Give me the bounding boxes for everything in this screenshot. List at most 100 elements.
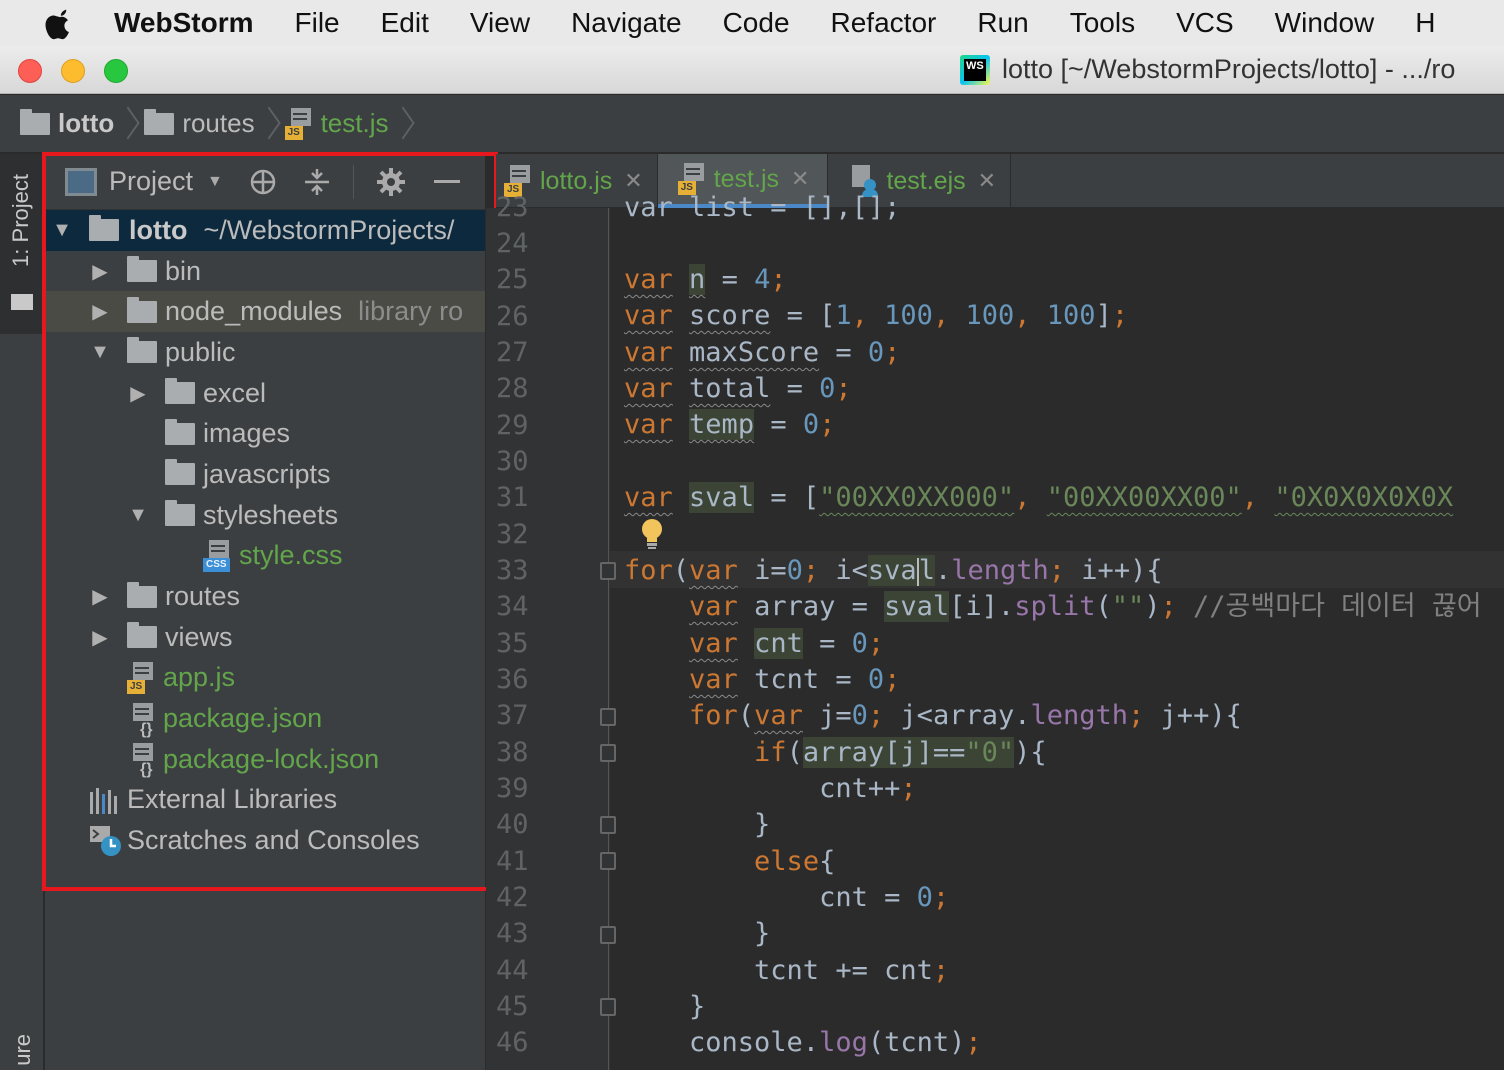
tree-item-package-lock-json[interactable]: {} package-lock.json (45, 739, 485, 780)
menu-refactor[interactable]: Refactor (831, 7, 937, 39)
close-window-button[interactable] (18, 59, 42, 83)
js-file-icon: JS (284, 107, 315, 140)
tree-item-stylesheets[interactable]: ▼ stylesheets (45, 495, 485, 536)
line-number: 38 (496, 737, 529, 768)
tree-item-label: node_modules (165, 296, 343, 327)
code-text: var list = [],[]; (624, 192, 901, 223)
code-line-45: } (624, 991, 706, 1022)
code-line-34: var array = sval[i].split(""); //공백마다 데이… (689, 591, 1482, 622)
tree-item-routes[interactable]: ▶ routes (45, 576, 485, 617)
fold-marker-icon[interactable] (600, 926, 616, 944)
menu-navigate[interactable]: Navigate (571, 7, 682, 39)
folder-icon (11, 294, 33, 310)
folder-icon (144, 108, 175, 135)
code-line-28: var total = 0; (624, 373, 852, 404)
tree-item-app-js[interactable]: JS app.js (45, 658, 485, 699)
line-number: 32 (496, 519, 529, 550)
project-view-selector[interactable]: Project (109, 166, 193, 197)
line-number: 35 (496, 628, 529, 659)
close-icon[interactable]: ✕ (978, 168, 996, 194)
fold-marker-icon[interactable] (600, 816, 616, 834)
code-line-36: var tcnt = 0; (689, 664, 901, 695)
expanded-arrow-icon[interactable]: ▼ (125, 504, 151, 527)
collapse-all-icon[interactable] (303, 167, 331, 197)
breadcrumb-item-routes[interactable]: routes (144, 107, 284, 141)
collapsed-arrow-icon[interactable]: ▶ (87, 299, 113, 324)
folder-icon (165, 500, 195, 527)
folder-icon (127, 622, 157, 649)
zoom-window-button[interactable] (104, 59, 128, 83)
collapsed-arrow-icon[interactable]: ▶ (125, 381, 151, 406)
window-titlebar: WS lotto [~/WebstormProjects/lotto] - ..… (0, 46, 1504, 94)
tree-item-scratches[interactable]: Scratches and Consoles (45, 820, 485, 861)
code-line-31: var sval = ["00XX0XX000", "00XX00XX00", … (624, 482, 1454, 513)
tree-item-lotto[interactable]: ▼ lotto ~/WebstormProjects/ (45, 210, 485, 251)
breadcrumb-separator-icon (120, 107, 134, 141)
tree-item-views[interactable]: ▶ views (45, 617, 485, 658)
breadcrumb-separator-icon (261, 107, 275, 141)
minimize-window-button[interactable] (61, 59, 85, 83)
tree-item-path: ~/WebstormProjects/ (203, 214, 455, 245)
breadcrumb-item-lotto[interactable]: lotto (20, 107, 144, 141)
close-icon[interactable]: ✕ (791, 166, 809, 192)
json-file-icon: {} (127, 702, 157, 737)
collapsed-arrow-icon[interactable]: ▶ (87, 259, 113, 284)
code-line-40: } (624, 809, 771, 840)
toolbar-divider (352, 164, 354, 199)
js-file-icon: JS (127, 661, 157, 694)
fold-marker-icon[interactable] (600, 562, 616, 580)
apple-logo-icon[interactable] (42, 5, 76, 41)
menu-tools[interactable]: Tools (1070, 7, 1135, 39)
structure-tool-tab-label[interactable]: ure (10, 1034, 36, 1066)
tree-item-excel[interactable]: ▶ excel (45, 373, 485, 414)
tree-item-external-libraries[interactable]: External Libraries (45, 780, 485, 821)
lightbulb-icon[interactable] (640, 518, 664, 550)
gear-icon[interactable] (376, 167, 406, 197)
menu-code[interactable]: Code (723, 7, 790, 39)
library-icon (90, 787, 117, 814)
menu-view[interactable]: View (470, 7, 530, 39)
expanded-arrow-icon[interactable]: ▼ (87, 341, 113, 364)
menu-run[interactable]: Run (977, 7, 1028, 39)
css-file-icon: CSS (203, 539, 233, 572)
menu-vcs[interactable]: VCS (1176, 7, 1234, 39)
window-title: WS lotto [~/WebstormProjects/lotto] - ..… (960, 54, 1455, 85)
code-line-33: for(var i=0; i<sval.length; i++){ (624, 555, 1163, 586)
collapsed-arrow-icon[interactable]: ▶ (87, 584, 113, 609)
breadcrumb-item-test-js[interactable]: JS test.js (284, 107, 419, 141)
line-number: 43 (496, 918, 529, 949)
text-caret (916, 557, 919, 586)
tree-item-bin[interactable]: ▶ bin (45, 251, 485, 292)
tree-item-label: routes (165, 581, 241, 612)
menu-help[interactable]: H (1415, 7, 1435, 39)
project-tool-tab[interactable]: 1: Project (0, 154, 44, 334)
project-view-icon (65, 167, 97, 196)
hide-panel-icon[interactable] (433, 180, 460, 183)
chevron-down-icon[interactable]: ▼ (207, 173, 223, 191)
folder-icon (127, 581, 157, 608)
code-line-29: var temp = 0; (624, 409, 836, 440)
tree-item-node-modules[interactable]: ▶ node_modules library ro (45, 291, 485, 333)
tree-item-label: Scratches and Consoles (127, 825, 420, 856)
tree-item-package-json[interactable]: {} package.json (45, 698, 485, 739)
fold-marker-icon[interactable] (600, 852, 616, 870)
fold-marker-icon[interactable] (600, 998, 616, 1016)
tree-item-images[interactable]: images (45, 413, 485, 454)
tree-item-public[interactable]: ▼ public (45, 332, 485, 373)
tree-item-style-css[interactable]: CSS style.css (45, 536, 485, 577)
menu-webstorm[interactable]: WebStorm (114, 7, 254, 39)
expanded-arrow-icon[interactable]: ▼ (49, 219, 75, 242)
fold-marker-icon[interactable] (600, 708, 616, 726)
menu-file[interactable]: File (295, 7, 340, 39)
menu-window[interactable]: Window (1275, 7, 1375, 39)
collapsed-arrow-icon[interactable]: ▶ (87, 625, 113, 650)
fold-marker-icon[interactable] (600, 744, 616, 762)
line-number: 40 (496, 809, 529, 840)
tree-item-javascripts[interactable]: javascripts (45, 454, 485, 495)
code-line-39: cnt++; (624, 773, 917, 804)
line-number: 45 (496, 991, 529, 1022)
menu-edit[interactable]: Edit (381, 7, 429, 39)
code-line-46: console.log(tcnt); (624, 1027, 982, 1058)
breadcrumb-label: routes (182, 108, 255, 138)
locate-icon[interactable] (249, 168, 277, 196)
